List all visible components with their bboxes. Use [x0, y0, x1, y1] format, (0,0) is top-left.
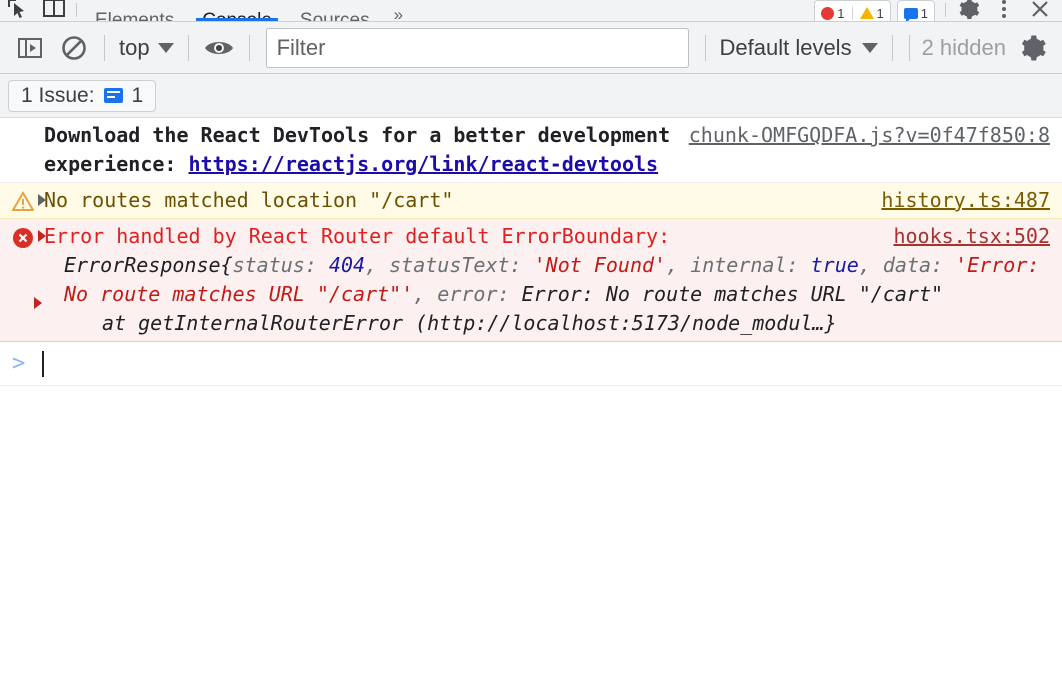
issues-counter-pill[interactable]: 1	[896, 0, 935, 21]
gear-icon[interactable]	[1010, 26, 1054, 70]
error-object-detail: ErrorResponse{status: 404, statusText: '…	[44, 251, 1050, 309]
status-key: status:	[232, 253, 329, 277]
prompt-text-caret	[42, 350, 44, 377]
execution-context-label: top	[119, 34, 150, 60]
object-open-brace: {	[220, 253, 233, 277]
warning-triangle-icon	[11, 191, 35, 213]
filter-placeholder: Filter	[276, 34, 326, 60]
error-source-link[interactable]: hooks.tsx:502	[893, 222, 1050, 251]
tab-sources[interactable]: Sources	[286, 0, 384, 22]
warning-counter[interactable]: 1	[859, 5, 884, 21]
console-message-error[interactable]: hooks.tsx:502 Error handled by React Rou…	[0, 219, 1062, 342]
console-toolbar: top Filter Default levels 2 hidden	[0, 22, 1062, 74]
react-devtools-link[interactable]: https://reactjs.org/link/react-devtools	[189, 152, 659, 176]
error-warning-counters[interactable]: 1 1	[814, 0, 891, 21]
log-levels-label: Default levels	[719, 34, 852, 60]
warning-count-label: 1	[876, 5, 884, 21]
chevron-down-icon-levels	[861, 42, 878, 53]
error-counter[interactable]: 1	[821, 5, 845, 21]
toolbar-divider-4	[704, 34, 706, 61]
error-key: error:	[437, 282, 522, 306]
device-toolbar-icon[interactable]	[36, 0, 72, 21]
toolbar-divider-1	[104, 34, 105, 61]
error-circle-icon	[12, 227, 34, 249]
expand-arrow-error-object[interactable]	[34, 297, 42, 309]
devtools-window: Elements Console Sources » 1 1 1 top Fil…	[0, 0, 1062, 698]
comma-2: ,	[666, 253, 691, 277]
statustext-key: statusText:	[389, 253, 534, 277]
filter-input[interactable]: Filter	[265, 27, 689, 68]
issues-count: 1	[131, 83, 144, 107]
console-log: chunk-OMFGQDFA.js?v=0f47f850:8 Download …	[0, 118, 1062, 386]
console-sidebar-icon[interactable]	[8, 26, 52, 70]
comma-1: ,	[365, 253, 390, 277]
clear-console-icon[interactable]	[52, 26, 96, 70]
internal-key: internal:	[690, 253, 811, 277]
tabstrip-divider	[76, 3, 77, 17]
tabstrip-divider-right	[945, 3, 946, 17]
inspect-element-icon[interactable]	[0, 0, 36, 21]
tabstrip-right-controls: 1 1 1	[814, 0, 1062, 21]
counter-divider	[851, 6, 853, 20]
issues-message-icon	[103, 88, 123, 103]
info-count-label: 1	[920, 5, 928, 21]
hidden-messages-label[interactable]: 2 hidden	[918, 35, 1010, 61]
toolbar-divider-6	[908, 34, 910, 61]
data-key: data:	[882, 253, 956, 277]
tab-console[interactable]: Console	[188, 0, 286, 21]
issues-bar[interactable]: 1 Issue: 1	[0, 74, 1062, 118]
issues-pill[interactable]: 1 Issue: 1	[8, 79, 157, 112]
devtools-tabstrip: Elements Console Sources » 1 1 1	[0, 0, 1062, 22]
console-message-info[interactable]: chunk-OMFGQDFA.js?v=0f47f850:8 Download …	[0, 118, 1062, 183]
comma-4: ,	[413, 282, 438, 306]
error-stack-line: at getInternalRouterError (http://localh…	[102, 311, 837, 335]
execution-context-selector[interactable]: top	[113, 35, 180, 61]
status-value: 404	[328, 253, 366, 277]
warning-source-link[interactable]: history.ts:487	[881, 186, 1050, 215]
warning-triangle-icon	[859, 7, 874, 19]
comma-3: ,	[858, 253, 883, 277]
error-circle-icon	[821, 6, 835, 20]
message-icon	[903, 7, 918, 21]
tab-elements[interactable]: Elements	[81, 0, 188, 22]
eye-icon[interactable]	[197, 26, 241, 70]
prompt-chevron-icon: >	[12, 351, 26, 376]
toolbar-divider-3	[248, 34, 250, 61]
error-count-label: 1	[837, 5, 845, 21]
log-levels-selector[interactable]: Default levels	[714, 35, 884, 61]
chevron-down-icon	[157, 42, 174, 53]
message-source-link[interactable]: chunk-OMFGQDFA.js?v=0f47f850:8	[689, 121, 1050, 150]
internal-value: true	[810, 253, 859, 277]
more-tabs-button[interactable]: »	[384, 5, 413, 21]
console-message-warning[interactable]: history.ts:487 No routes matched locatio…	[0, 183, 1062, 219]
issues-label: 1 Issue:	[21, 83, 95, 107]
toolbar-divider-2	[187, 34, 189, 61]
statustext-value: 'Not Found'	[533, 253, 667, 277]
error-object-name: ErrorResponse	[64, 253, 221, 277]
expand-arrow-warning[interactable]	[38, 194, 46, 206]
expand-arrow-error[interactable]	[38, 230, 46, 242]
close-icon[interactable]	[1022, 0, 1058, 21]
info-counter[interactable]: 1	[903, 5, 928, 21]
error-value: Error: No route matches URL "/cart"	[521, 282, 944, 306]
console-prompt[interactable]: >	[0, 342, 1062, 386]
toolbar-divider-5	[891, 34, 893, 61]
more-vertical-icon[interactable]	[986, 0, 1022, 21]
tabstrip-left-controls	[0, 0, 81, 21]
settings-gear-icon[interactable]	[950, 0, 986, 21]
console-empty-area	[0, 386, 1062, 698]
